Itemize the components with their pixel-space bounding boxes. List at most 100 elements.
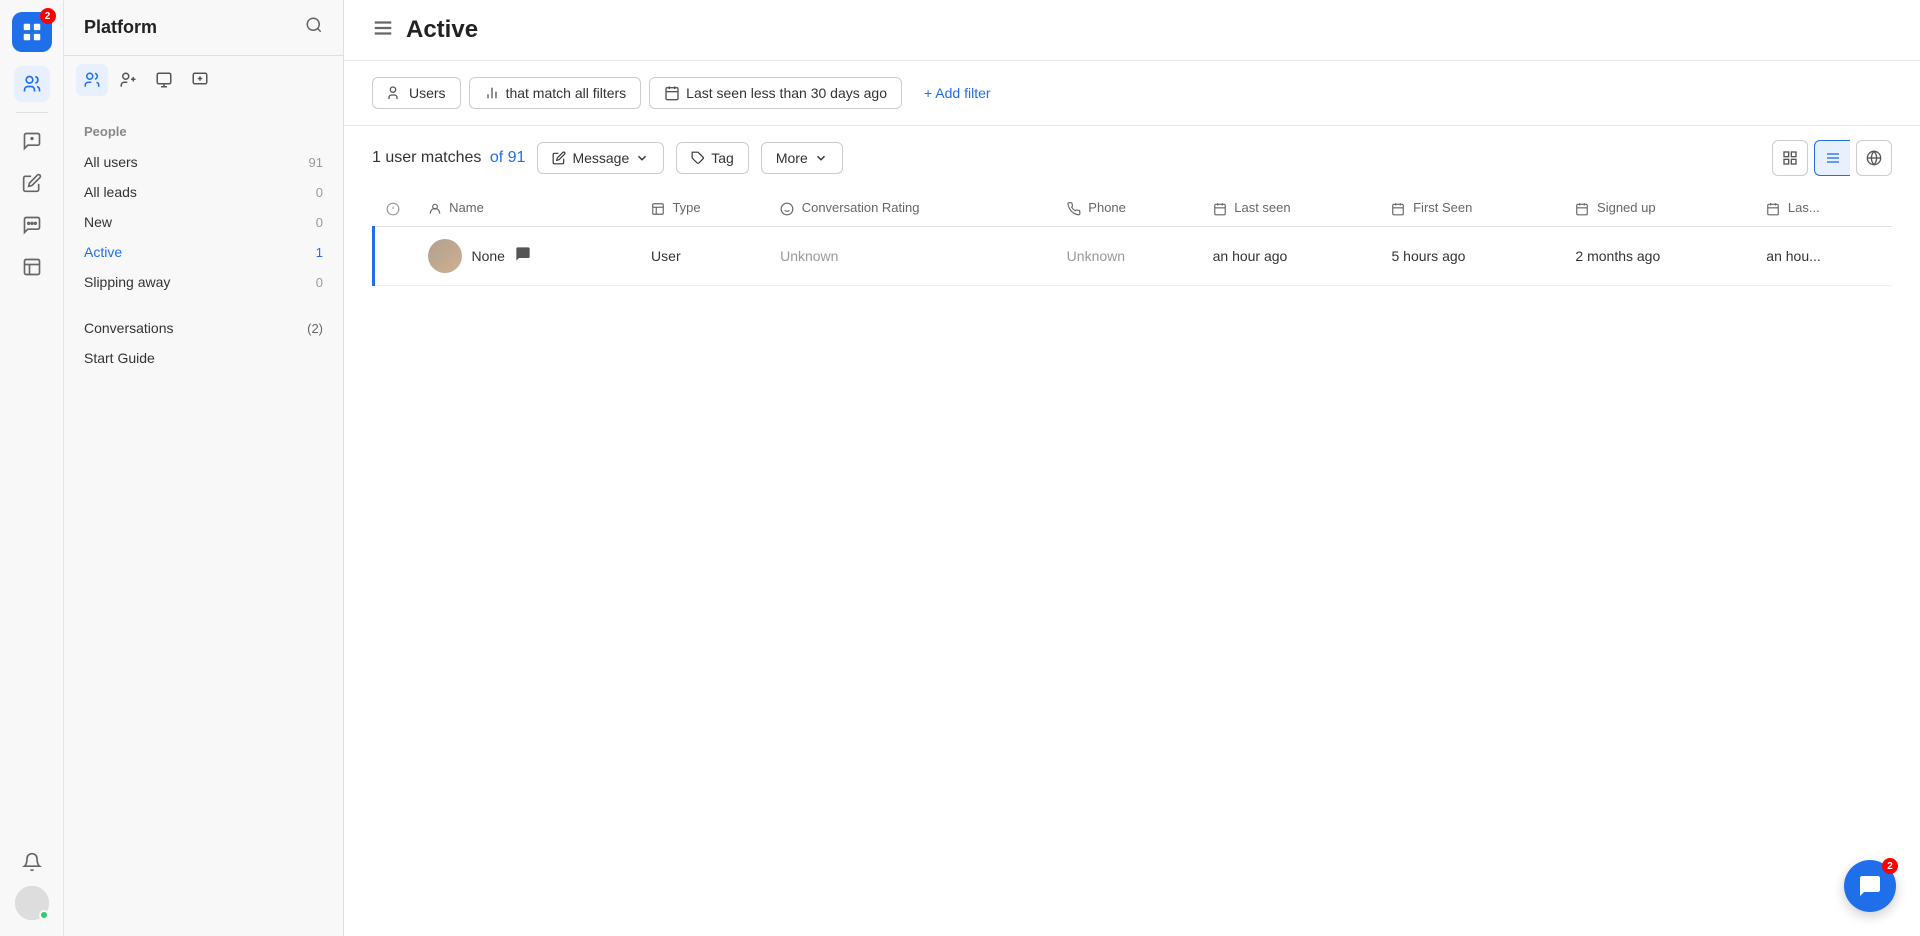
view-grid-button[interactable] [1772,140,1808,176]
add-filter-button[interactable]: + Add filter [910,78,1005,108]
filter-users[interactable]: Users [372,77,461,109]
tag-label: Tag [711,150,734,166]
col-name[interactable]: Name [416,190,640,226]
filter-last-seen[interactable]: Last seen less than 30 days ago [649,77,902,109]
hamburger-icon[interactable] [372,17,394,44]
row-type: User [639,226,768,285]
nav-icon-reports[interactable] [14,249,50,285]
sidebar-item-count: 0 [316,275,323,290]
user-name: None [472,248,505,264]
col-conversation-rating-label: Conversation Rating [802,200,920,215]
conversations-label: Conversations [84,320,174,336]
row-signed-up: 2 months ago [1563,226,1754,285]
icon-bar: 2 [0,0,64,936]
sidebar-item-label: All leads [84,184,137,200]
table-row[interactable]: None User Unknown Unknown an hour ago 5 … [374,226,1893,285]
view-list-button[interactable] [1814,140,1850,176]
col-last-active-label: Las... [1788,200,1820,215]
sidebar-start-guide[interactable]: Start Guide [64,343,343,373]
view-globe-button[interactable] [1856,140,1892,176]
user-avatar[interactable] [15,886,49,920]
col-type[interactable]: Type [639,190,768,226]
sidebar-icon-people[interactable] [76,64,108,96]
sidebar-item-new[interactable]: New 0 [64,207,343,237]
sidebar-item-active[interactable]: Active 1 [64,237,343,267]
nav-icon-people[interactable] [14,66,50,102]
col-first-seen-label: First Seen [1413,200,1472,215]
users-table: Name Type Conversation Rating Phone [372,190,1892,286]
toolbar: 1 user matches of 91 Message Tag M [344,126,1920,190]
col-type-label: Type [672,200,700,215]
col-phone-label: Phone [1088,200,1126,215]
add-filter-label: + Add filter [924,85,991,101]
sidebar-item-slipping-away[interactable]: Slipping away 0 [64,267,343,297]
col-signed-up[interactable]: Signed up [1563,190,1754,226]
tag-button[interactable]: Tag [676,142,749,174]
more-button[interactable]: More [761,142,843,174]
sidebar-icon-add-message[interactable] [184,64,216,96]
chat-bubble-icon [515,246,531,265]
nav-icon-notifications[interactable] [14,844,50,880]
row-indicator [374,226,416,285]
chat-widget-badge: 2 [1882,858,1898,874]
start-guide-label: Start Guide [84,350,155,366]
row-last-seen: an hour ago [1201,226,1380,285]
people-label: People [64,120,343,147]
filter-match-label: that match all filters [506,85,627,101]
user-avatar-cell [428,239,462,273]
filter-match-all[interactable]: that match all filters [469,77,642,109]
message-label: Message [572,150,629,166]
col-signed-up-label: Signed up [1597,200,1656,215]
col-last-active[interactable]: Las... [1754,190,1892,226]
nav-icon-compose[interactable] [14,165,50,201]
sidebar-icon-group [64,56,343,104]
search-icon[interactable] [305,16,323,39]
table-wrapper: Name Type Conversation Rating Phone [344,190,1920,936]
nav-icon-messages[interactable] [14,207,50,243]
sidebar-item-label: All users [84,154,138,170]
sidebar-people-section: People All users 91 All leads 0 New 0 Ac… [64,104,343,313]
online-indicator [39,910,49,920]
filter-bar: Users that match all filters Last seen l… [344,61,1920,126]
sidebar-item-all-leads[interactable]: All leads 0 [64,177,343,207]
divider-1 [16,112,48,113]
main-content: Active Users that match all filters [344,0,1920,936]
app-badge: 2 [40,8,56,24]
sidebar-item-count: 0 [316,215,323,230]
sidebar-item-count: 1 [316,245,323,260]
sidebar-title: Platform [84,17,157,38]
sidebar-header: Platform [64,0,343,56]
sidebar: Platform [64,0,344,936]
col-name-label: Name [449,200,484,215]
filter-last-seen-label: Last seen less than 30 days ago [686,85,887,101]
sidebar-item-count: 91 [309,155,323,170]
sidebar-item-label: Slipping away [84,274,170,290]
sidebar-item-label: New [84,214,112,230]
more-label: More [776,150,808,166]
sidebar-icon-add-segment[interactable] [112,64,144,96]
nav-icon-inbox[interactable] [14,123,50,159]
sidebar-icon-messages[interactable] [148,64,180,96]
page-title: Active [406,16,478,44]
sidebar-conversations[interactable]: Conversations (2) [64,313,343,343]
row-first-seen: 5 hours ago [1379,226,1563,285]
row-phone: Unknown [1055,226,1201,285]
app-logo[interactable]: 2 [12,12,52,52]
message-button[interactable]: Message [537,142,664,174]
row-name[interactable]: None [416,226,640,285]
sidebar-item-label: Active [84,244,122,260]
sidebar-item-count: 0 [316,185,323,200]
sidebar-item-all-users[interactable]: All users 91 [64,147,343,177]
col-last-seen-label: Last seen [1234,200,1290,215]
col-last-seen[interactable]: Last seen [1201,190,1380,226]
col-first-seen[interactable]: First Seen [1379,190,1563,226]
chat-widget[interactable]: 2 [1844,860,1896,912]
col-info [374,190,416,226]
col-phone[interactable]: Phone [1055,190,1201,226]
row-conversation-rating: Unknown [768,226,1055,285]
table-header-row: Name Type Conversation Rating Phone [374,190,1893,226]
toolbar-left: 1 user matches of 91 Message Tag M [372,142,843,174]
col-conversation-rating[interactable]: Conversation Rating [768,190,1055,226]
filter-users-label: Users [409,85,446,101]
toolbar-right [1772,140,1892,176]
